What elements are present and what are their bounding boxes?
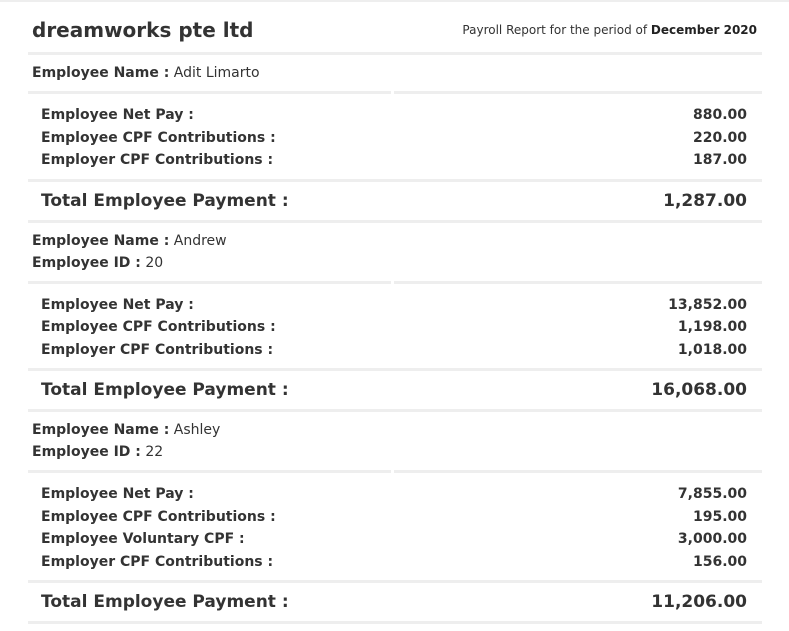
payment-value: 7,855.00 xyxy=(677,486,747,502)
payment-label: Employee Voluntary CPF : xyxy=(41,531,245,547)
payment-value: 187.00 xyxy=(692,152,747,168)
payment-label: Employee Net Pay : xyxy=(41,296,194,313)
payment-value: 880.00 xyxy=(692,107,747,123)
payment-row: Employer CPF Contributions : 1,018.00 xyxy=(41,339,747,362)
payment-label: Employer CPF Contributions : xyxy=(41,152,274,168)
employee-info: Employee Name : Adit Limarto xyxy=(28,55,762,91)
employee-name-line: Employee Name : Andrew xyxy=(32,230,762,252)
employee-name-line: Employee Name : Ashley xyxy=(32,419,762,441)
payment-value: 13,852.00 xyxy=(668,296,747,313)
payment-breakdown: Employee Net Pay : 13,852.00 Employee CPF … xyxy=(28,284,762,369)
payment-label: Employee Net Pay : xyxy=(41,107,194,123)
payment-value: 1,198.00 xyxy=(677,319,747,335)
payment-value: 156.00 xyxy=(692,553,747,570)
payment-value: 3,000.00 xyxy=(677,531,747,547)
employee-name-label: Employee Name : xyxy=(32,232,170,249)
payment-label: Employee Net Pay : xyxy=(41,486,194,502)
total-row: Total Employee Payment : 1,287.00 xyxy=(28,182,762,220)
employee-id-label: Employee ID : xyxy=(32,254,141,271)
payment-label: Employee CPF Contributions : xyxy=(41,508,276,525)
payment-row: Employee CPF Contributions : 195.00 xyxy=(41,506,747,529)
employee-name-line: Employee Name : Adit Limarto xyxy=(32,62,762,84)
payment-breakdown: Employee Net Pay : 7,855.00 Employee CPF C… xyxy=(28,473,762,580)
total-value: 1,287.00 xyxy=(663,190,747,211)
payment-row: Employer CPF Contributions : 156.00 xyxy=(41,551,747,574)
employee-id-line: Employee ID : 20 xyxy=(32,252,762,274)
payment-label: Employee CPF Contributions : xyxy=(41,129,276,146)
employee-name: Ashley xyxy=(173,422,221,438)
total-value: 11,206.00 xyxy=(651,592,747,612)
payment-row: Employee Net Pay : 880.00 xyxy=(41,104,747,127)
payment-breakdown: Employee Net Pay : 880.00 Employee CPF Con… xyxy=(28,94,762,179)
employee-name: Adit Limarto xyxy=(173,65,260,81)
payment-row: Employer CPF Contributions : 187.00 xyxy=(41,149,747,172)
payment-row: Employee Net Pay : 13,852.00 xyxy=(41,294,747,317)
total-label: Total Employee Payment : xyxy=(41,592,289,612)
total-label: Total Employee Payment : xyxy=(41,190,289,211)
payment-row: Employee Net Pay : 7,855.00 xyxy=(41,483,747,506)
employee-id-line: Employee ID : 22 xyxy=(32,441,762,463)
total-row: Total Employee Payment : 11,206.00 xyxy=(28,583,762,621)
payment-value: 195.00 xyxy=(692,508,747,525)
total-value: 16,068.00 xyxy=(651,380,747,400)
employee-name: Andrew xyxy=(173,232,227,249)
payment-value: 220.00 xyxy=(692,129,747,146)
employee-info: Employee Name : Andrew Employee ID : 20 xyxy=(28,223,762,281)
payment-row: Employee CPF Contributions : 220.00 xyxy=(41,127,747,150)
payment-label: Employer CPF Contributions : xyxy=(41,553,274,570)
employee-info: Employee Name : Ashley Employee ID : 22 xyxy=(28,412,762,470)
payroll-report: dreamworks pte ltd Payroll Report for th… xyxy=(28,0,762,624)
payment-label: Employee CPF Contributions : xyxy=(41,319,276,335)
payment-label: Employer CPF Contributions : xyxy=(41,341,274,358)
employee-list: Employee Name : Adit Limarto Employee Net… xyxy=(28,52,762,624)
payment-value: 1,018.00 xyxy=(677,341,747,358)
employee-name-label: Employee Name : xyxy=(32,422,170,438)
separator xyxy=(28,621,762,624)
employee-id: 20 xyxy=(145,254,164,271)
company-name: dreamworks pte ltd xyxy=(32,18,254,42)
report-period: Payroll Report for the period of Decembe… xyxy=(462,23,757,37)
payment-row: Employee CPF Contributions : 1,198.00 xyxy=(41,316,747,339)
report-header: dreamworks pte ltd Payroll Report for th… xyxy=(28,0,762,52)
total-row: Total Employee Payment : 16,068.00 xyxy=(28,371,762,409)
employee-name-label: Employee Name : xyxy=(32,65,170,81)
employee-id: 22 xyxy=(145,444,164,460)
total-label: Total Employee Payment : xyxy=(41,380,289,400)
employee-id-label: Employee ID : xyxy=(32,444,141,460)
period-prefix: Payroll Report for the period of xyxy=(462,23,648,37)
period-value: December 2020 xyxy=(650,23,757,37)
payment-row: Employee Voluntary CPF : 3,000.00 xyxy=(41,528,747,551)
